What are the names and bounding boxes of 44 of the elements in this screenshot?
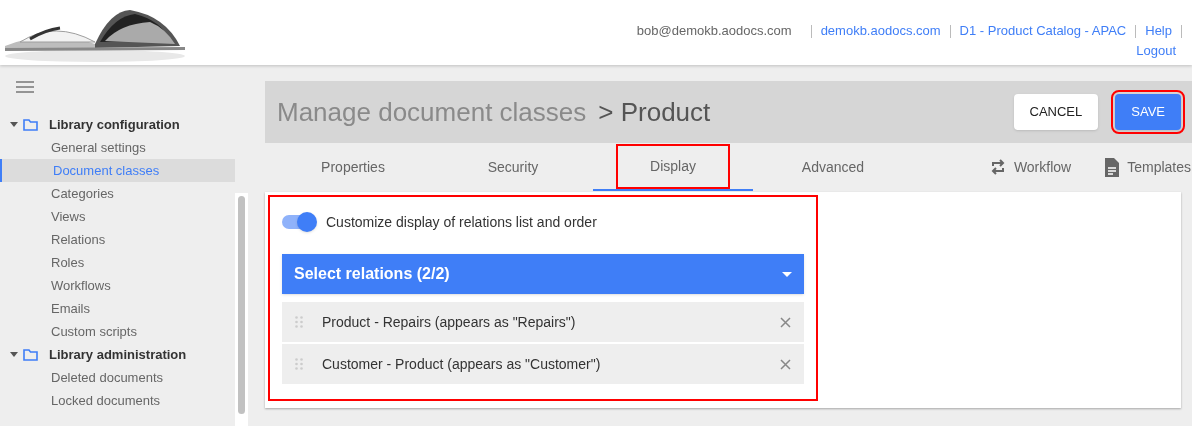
sidebar-item[interactable]: Emails (0, 297, 235, 320)
folder-icon (23, 348, 38, 361)
close-icon[interactable] (780, 316, 791, 328)
caret-icon (782, 271, 792, 277)
sidebar-item[interactable]: Locked documents (0, 389, 235, 412)
tab[interactable]: Properties (273, 143, 433, 191)
logout-link[interactable]: Logout (1136, 41, 1176, 61)
sidebar-item[interactable]: Deleted documents (0, 366, 235, 389)
caret-icon[interactable] (10, 122, 18, 127)
toggle-label: Customize display of relations list and order (326, 212, 597, 232)
relation-row[interactable]: Product - Repairs (appears as "Repairs") (282, 302, 804, 342)
drag-handle-icon[interactable] (295, 316, 303, 328)
drag-handle-icon[interactable] (295, 358, 303, 370)
folder-icon (23, 118, 38, 131)
sidebar-item[interactable]: Workflows (0, 274, 235, 297)
sidebar-item[interactable]: Document classes (0, 159, 235, 182)
sidebar-item[interactable]: General settings (0, 136, 235, 159)
relation-row[interactable]: Customer - Product (appears as "Customer") (282, 344, 804, 384)
header-link[interactable]: demokb.aodocs.com (820, 21, 941, 41)
cancel-button[interactable]: CANCEL (1013, 94, 1099, 130)
scrollbar[interactable] (235, 193, 248, 426)
sidebar-item[interactable]: Categories (0, 182, 235, 205)
page-title: > Product (598, 95, 711, 129)
templates-tab[interactable]: Templates (1104, 143, 1191, 191)
sidebar-item[interactable]: Views (0, 205, 235, 228)
document-icon (1104, 157, 1120, 177)
sidebar-item[interactable]: Roles (0, 251, 235, 274)
sidebar-item[interactable]: Custom scripts (0, 320, 235, 343)
sidebar-group[interactable]: Library configuration (49, 114, 180, 135)
select-relations-dropdown[interactable]: Select relations (2/2) (282, 254, 804, 294)
menu-icon[interactable] (16, 81, 34, 93)
cycle-icon (989, 158, 1006, 176)
sidebar-group[interactable]: Library administration (49, 344, 187, 365)
caret-icon[interactable] (10, 352, 18, 357)
toggle-switch[interactable] (282, 215, 316, 229)
sidebar-item[interactable]: Relations (0, 228, 235, 251)
workflow-tab[interactable]: Workflow (989, 143, 1072, 191)
user-email: bob@demokb.aodocs.com (636, 22, 792, 40)
close-icon[interactable] (780, 358, 791, 370)
header-link[interactable]: D1 - Product Catalog - APAC (959, 21, 1127, 41)
tab[interactable]: Security (433, 143, 593, 191)
tab[interactable]: Display (593, 143, 753, 191)
tab[interactable]: Advanced (753, 143, 913, 191)
header-link[interactable]: Help (1145, 21, 1172, 41)
